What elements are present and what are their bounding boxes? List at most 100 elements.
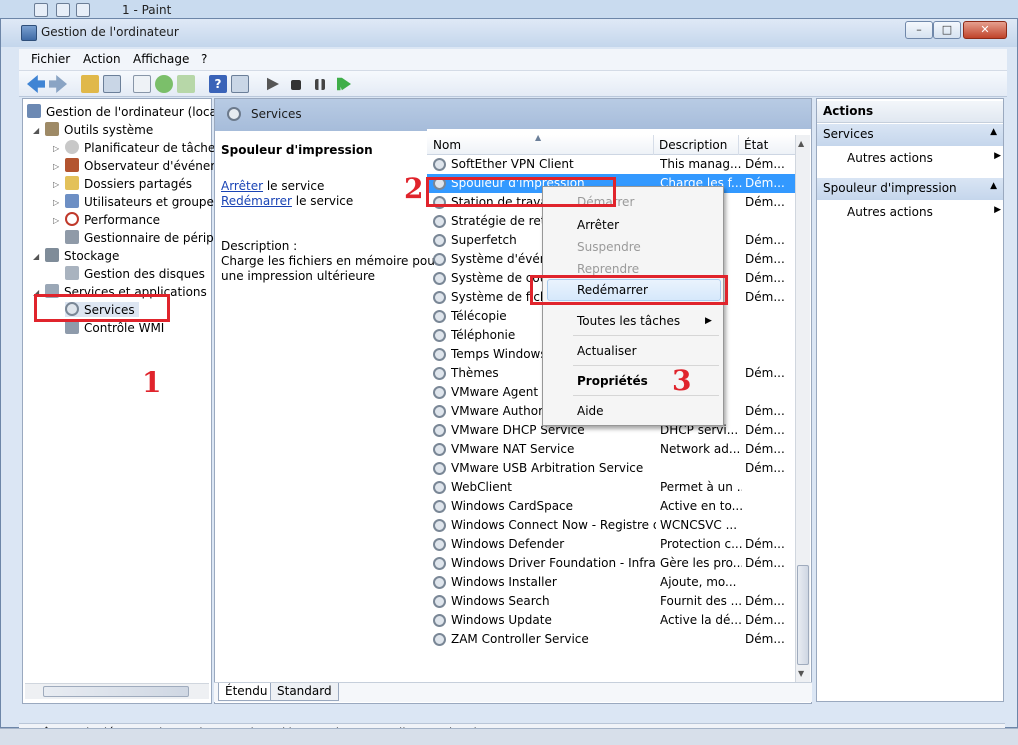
up-folder-icon[interactable]	[81, 75, 99, 93]
services-list-header: Nom ▲ Description État	[427, 133, 795, 155]
collapse-section-icon[interactable]: ▲	[990, 127, 997, 137]
maximize-button[interactable]: □	[933, 21, 961, 39]
services-header: Services	[215, 99, 811, 131]
ctx-refresh[interactable]: Actualiser	[577, 344, 637, 358]
back-icon[interactable]	[27, 75, 45, 93]
ctx-pause[interactable]: Suspendre	[577, 240, 641, 254]
menu-help[interactable]: ?	[201, 52, 207, 66]
actions-section-spooler[interactable]: Spouleur d'impression ▲	[817, 178, 1003, 200]
storage-icon	[45, 248, 59, 262]
minimize-button[interactable]: –	[905, 21, 933, 39]
tab-standard[interactable]: Standard	[270, 683, 339, 701]
scrollbar-thumb[interactable]	[797, 565, 809, 665]
service-row[interactable]: Windows Installer Ajoute, mo...	[427, 573, 795, 592]
disk-icon	[65, 266, 79, 280]
column-state[interactable]: État	[744, 138, 768, 152]
more-actions-spooler[interactable]: Autres actions ▶	[847, 205, 1001, 219]
service-description: Gère les pro...	[660, 556, 742, 570]
service-row[interactable]: ZAM Controller Service Dém...	[427, 630, 795, 649]
stop-icon[interactable]	[291, 80, 301, 90]
annotation-number-3: 3	[672, 364, 692, 397]
service-state: Dém...	[745, 537, 785, 551]
undo-icon[interactable]	[56, 3, 70, 17]
ctx-resume[interactable]: Reprendre	[577, 262, 639, 276]
menu-fichier[interactable]: Fichier	[31, 52, 70, 66]
service-row[interactable]: WebClient Permet à un ...	[427, 478, 795, 497]
close-button[interactable]: ✕	[963, 21, 1007, 39]
scroll-up-icon[interactable]: ▲	[798, 139, 804, 148]
scroll-down-icon[interactable]: ▼	[798, 669, 804, 678]
collapse-section-icon[interactable]: ▲	[990, 181, 997, 191]
menu-affichage[interactable]: Affichage	[133, 52, 189, 66]
collapse-arrow-icon[interactable]: ◢	[33, 252, 39, 261]
expand-arrow-icon[interactable]: ▷	[53, 216, 59, 225]
menu-bar: Fichier Action Affichage ?	[19, 49, 1007, 71]
gear-icon	[433, 519, 446, 532]
forward-icon[interactable]	[49, 75, 67, 93]
stop-service-link[interactable]: Arrêter	[221, 179, 263, 193]
gear-icon	[433, 614, 446, 627]
refresh-icon[interactable]	[155, 75, 173, 93]
ctx-properties[interactable]: Propriétés	[577, 374, 648, 388]
more-actions-services[interactable]: Autres actions ▶	[847, 151, 1001, 165]
tree-root[interactable]: Gestion de l'ordinateur (local)	[27, 104, 225, 119]
expand-arrow-icon[interactable]: ▷	[53, 162, 59, 171]
export-list-icon[interactable]	[133, 75, 151, 93]
tree-device-manager[interactable]: Gestionnaire de périphé	[65, 230, 229, 245]
tree-wmi-control[interactable]: Contrôle WMI	[65, 320, 164, 335]
column-description[interactable]: Description	[659, 138, 727, 152]
service-row[interactable]: SoftEther VPN Client This manag... Dém...	[427, 155, 795, 174]
gear-icon	[433, 310, 446, 323]
ctx-stop[interactable]: Arrêter	[577, 218, 619, 232]
export-icon[interactable]	[177, 75, 195, 93]
collapse-arrow-icon[interactable]: ◢	[33, 126, 39, 135]
service-row[interactable]: Windows Connect Now - Registre d... WCNCS…	[427, 516, 795, 535]
service-name: Windows Search	[451, 594, 550, 608]
paint-title: 1 - Paint	[122, 3, 172, 17]
restart-icon[interactable]	[337, 77, 351, 91]
expand-arrow-icon[interactable]: ▷	[53, 180, 59, 189]
tree-shared-folders[interactable]: Dossiers partagés	[65, 176, 192, 191]
tree-event-viewer[interactable]: Observateur d'événeme	[65, 158, 229, 173]
expand-arrow-icon[interactable]: ▷	[53, 198, 59, 207]
service-row[interactable]: Windows Update Active la dé... Dém...	[427, 611, 795, 630]
service-state: Dém...	[745, 594, 785, 608]
column-name[interactable]: Nom	[433, 138, 461, 152]
service-row[interactable]: VMware NAT Service Network ad... Dém...	[427, 440, 795, 459]
help-icon[interactable]: ?	[209, 75, 227, 93]
gear-icon	[433, 500, 446, 513]
restart-service-link[interactable]: Redémarrer	[221, 194, 292, 208]
menu-action[interactable]: Action	[83, 52, 121, 66]
ctx-all-tasks[interactable]: Toutes les tâches	[577, 314, 680, 328]
service-row[interactable]: VMware USB Arbitration Service Dém...	[427, 459, 795, 478]
service-row[interactable]: Windows Defender Protection c... Dém...	[427, 535, 795, 554]
tree-horizontal-scrollbar[interactable]	[25, 683, 209, 699]
scrollbar-thumb[interactable]	[43, 686, 189, 697]
tree-system-tools[interactable]: Outils système	[45, 122, 153, 137]
tree-task-scheduler[interactable]: Planificateur de tâches	[65, 140, 222, 155]
tab-extended[interactable]: Étendu	[218, 683, 275, 701]
tree-performance[interactable]: Performance	[65, 212, 160, 227]
actions-section-services[interactable]: Services ▲	[817, 124, 1003, 146]
redo-icon[interactable]	[76, 3, 90, 17]
tree-users-groups[interactable]: Utilisateurs et groupes l	[65, 194, 227, 209]
service-row[interactable]: Windows CardSpace Active en to...	[427, 497, 795, 516]
save-icon[interactable]	[34, 3, 48, 17]
play-icon[interactable]	[267, 77, 279, 91]
service-description: Permet à un ...	[660, 480, 742, 494]
gear-icon	[433, 633, 446, 646]
service-row[interactable]: Windows Search Fournit des ... Dém...	[427, 592, 795, 611]
submenu-arrow-icon: ▶	[705, 316, 712, 326]
action-pane-icon[interactable]	[231, 75, 249, 93]
pause-icon[interactable]	[315, 79, 325, 90]
console-tree: Gestion de l'ordinateur (local) ◢ Outils…	[22, 98, 229, 704]
tree-disk-management[interactable]: Gestion des disques	[65, 266, 205, 281]
device-manager-icon	[65, 230, 79, 244]
ctx-help[interactable]: Aide	[577, 404, 604, 418]
restart-service-text: le service	[295, 194, 354, 208]
console-tree-icon[interactable]	[103, 75, 121, 93]
services-vertical-scrollbar[interactable]: ▲ ▼	[795, 135, 810, 683]
tree-storage[interactable]: Stockage	[45, 248, 119, 263]
service-row[interactable]: Windows Driver Foundation - Infrast... Gè…	[427, 554, 795, 573]
expand-arrow-icon[interactable]: ▷	[53, 144, 59, 153]
